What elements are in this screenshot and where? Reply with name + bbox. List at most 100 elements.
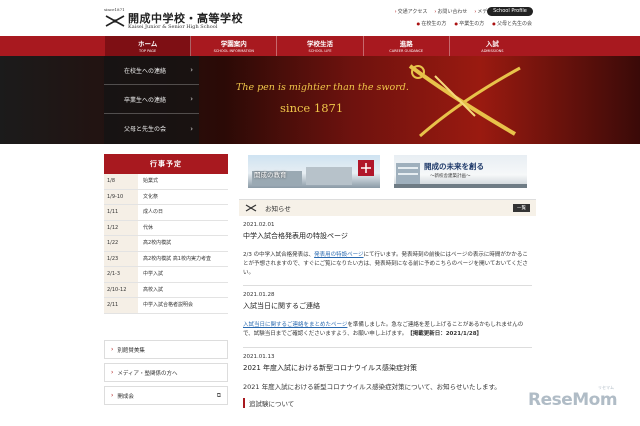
schedule-event: 高2校内模試 bbox=[143, 240, 172, 246]
nav-admissions-sublabel: ADMISSIONS bbox=[481, 49, 504, 53]
news-body-text: 2021 年度入試における新型コロナウイルス感染症対策について、お知らせいたしま… bbox=[243, 382, 501, 391]
chevron-right-icon: › bbox=[190, 66, 193, 74]
news-item: 2021.01.13 2021 年度入試における新型コロナウイルス感染症対策 2… bbox=[239, 354, 536, 408]
nav-school-life-label: 学校生活 bbox=[307, 40, 333, 48]
hero-since: since 1871 bbox=[280, 101, 344, 115]
contact-link[interactable]: お問い合わせ bbox=[434, 8, 467, 15]
schedule-row: 2/11 中学入試合格者説明会 bbox=[104, 298, 228, 314]
nav-admissions[interactable]: 入試 ADMISSIONS bbox=[450, 36, 535, 56]
news-body: 2/3 の中学入試合格発表は、発表用の特設ページにて行います。発表時刻の前後には… bbox=[243, 251, 532, 277]
news-item-title[interactable]: 中学入試合格発表用の特設ページ bbox=[243, 231, 532, 241]
nav-admissions-label: 入試 bbox=[485, 40, 499, 48]
site-header: since1871 開成中学校・高等学校 Kaisei Junior & Sen… bbox=[0, 0, 640, 36]
side-link-annex-label: 別館賛美集 bbox=[117, 347, 145, 354]
parents-teachers-link[interactable]: 父母と先生の会 bbox=[492, 20, 532, 27]
resemom-watermark-sub: リセマム bbox=[598, 385, 614, 390]
schedule-event: 始業式 bbox=[143, 178, 159, 184]
hero-menu-parents-teachers-label: 父母と先生の会 bbox=[124, 126, 167, 133]
crossed-pen-sword-icon bbox=[105, 15, 125, 27]
schedule-row: 1/9-10 文化祭 bbox=[104, 189, 228, 205]
schedule-row: 2/10-12 高校入試 bbox=[104, 282, 228, 298]
side-link-media[interactable]: › メディア・塾関係の方へ bbox=[104, 363, 228, 382]
event-schedule-title: 行事予定 bbox=[104, 154, 228, 174]
future-campus-banner[interactable]: 開成の未来を創る 〜新校舎建築計画〜 bbox=[394, 155, 527, 188]
future-campus-banner-subtitle: 〜新校舎建築計画〜 bbox=[430, 174, 471, 179]
school-profile-button[interactable]: School Profile bbox=[487, 7, 533, 16]
news-item-title[interactable]: 2021 年度入試における新型コロナウイルス感染症対策 bbox=[243, 363, 532, 373]
schedule-date: 1/9-10 bbox=[104, 189, 138, 204]
divider bbox=[243, 285, 532, 287]
schedule-date: 2/10-12 bbox=[104, 282, 138, 297]
news-title: お知らせ bbox=[265, 205, 291, 213]
crossed-pen-sword-icon bbox=[245, 204, 257, 212]
nav-school-information[interactable]: 学園案内 SCHOOL INFORMATION bbox=[191, 36, 278, 56]
schedule-date: 2/11 bbox=[104, 298, 138, 313]
schedule-date: 1/23 bbox=[104, 251, 138, 266]
news-date: 2021.02.01 bbox=[243, 222, 275, 228]
schedule-event: 文化祭 bbox=[143, 193, 159, 200]
divider bbox=[243, 346, 532, 348]
education-banner[interactable]: 開成の教育 bbox=[248, 155, 380, 188]
nav-career-guidance[interactable]: 進路 CAREER GUIDANCE bbox=[364, 36, 450, 56]
nav-school-life[interactable]: 学校生活 SCHOOL LIFE bbox=[277, 36, 364, 56]
site-logo[interactable]: since1871 開成中学校・高等学校 Kaisei Junior & Sen… bbox=[104, 7, 244, 31]
schedule-date: 2/1-3 bbox=[104, 267, 138, 282]
event-schedule: 行事予定 1/8 始業式 1/9-10 文化祭 1/11 成人の日 1/12 代休 1/… bbox=[104, 154, 228, 314]
schedule-row: 1/11 成人の日 bbox=[104, 205, 228, 221]
schedule-date: 1/12 bbox=[104, 220, 138, 235]
feature-banners: 開成の教育 開成の未来を創る 〜新校舎建築計画〜 bbox=[248, 155, 528, 189]
nav-school-life-sublabel: SCHOOL LIFE bbox=[308, 49, 332, 53]
news-list-button[interactable]: 一覧 bbox=[513, 204, 530, 212]
chevron-right-icon: › bbox=[190, 124, 193, 133]
schedule-event: 代休 bbox=[143, 224, 154, 231]
nav-school-information-sublabel: SCHOOL INFORMATION bbox=[213, 49, 254, 53]
chevron-right-icon: › bbox=[111, 369, 114, 376]
news-body-text: 2/3 の中学入試合格発表は、 bbox=[243, 252, 315, 258]
news-item: 2021.02.01 中学入試合格発表用の特設ページ 2/3 の中学入試合格発表… bbox=[239, 222, 536, 287]
resemom-watermark: ReseMom bbox=[528, 390, 618, 410]
news-date: 2021.01.13 bbox=[243, 353, 275, 360]
news-date: 2021.01.28 bbox=[243, 292, 275, 299]
external-link-icon: ⧉ bbox=[216, 391, 221, 399]
hero-menu-parents-teachers[interactable]: 父母と先生の会 › bbox=[104, 114, 199, 143]
side-link-annex[interactable]: › 別館賛美集 bbox=[104, 340, 228, 359]
audience-links: 在校生の方 卒業生の方 父母と先生の会 bbox=[417, 20, 532, 27]
side-links: › 別館賛美集 › メディア・塾関係の方へ › 開成会 ⧉ bbox=[104, 340, 228, 409]
nav-school-information-label: 学園案内 bbox=[220, 40, 247, 48]
education-banner-title: 開成の教育 bbox=[254, 171, 287, 179]
update-date-text: 【掲載更新日：2021/1/28】 bbox=[407, 331, 483, 338]
announcement-page-link[interactable]: 発表用の特設ページ bbox=[314, 252, 363, 258]
school-name-en: Kaisei Junior & Senior High School bbox=[128, 24, 218, 30]
schedule-row: 2/1-3 中学入試 bbox=[104, 267, 228, 283]
side-link-kaiseikai[interactable]: › 開成会 ⧉ bbox=[104, 386, 228, 405]
chevron-right-icon: › bbox=[190, 95, 193, 103]
side-link-kaiseikai-label: 開成会 bbox=[117, 393, 134, 400]
schedule-row: 1/22 高2校内模試 bbox=[104, 236, 228, 252]
news-item-title[interactable]: 入試当日に関するご連絡 bbox=[243, 301, 532, 311]
current-students-link[interactable]: 在校生の方 bbox=[417, 20, 446, 27]
news-header: お知らせ 一覧 bbox=[239, 200, 536, 216]
exam-day-info-link[interactable]: 入試当日に関するご連絡をまとめたページ bbox=[243, 322, 347, 328]
access-link[interactable]: 交通アクセス bbox=[395, 8, 428, 15]
schedule-event: 中学入試 bbox=[143, 271, 164, 277]
news-body: 入試当日に関するご連絡をまとめたページを準備しました。急なご連絡を差し上げること… bbox=[243, 321, 532, 339]
schedule-event: 高校入試 bbox=[143, 286, 164, 293]
global-nav: ホーム TOP PAGE 学園案内 SCHOOL INFORMATION 学校生… bbox=[0, 36, 640, 56]
schedule-date: 1/22 bbox=[104, 236, 138, 251]
nav-career-guidance-sublabel: CAREER GUIDANCE bbox=[389, 49, 424, 53]
hero-menu-current-students-label: 在校生への連絡 bbox=[124, 67, 167, 75]
schedule-date: 1/8 bbox=[104, 174, 138, 189]
schedule-row: 1/12 代休 bbox=[104, 220, 228, 236]
news-subheading: 追試験について bbox=[243, 397, 532, 408]
side-link-media-label: メディア・塾関係の方へ bbox=[117, 370, 178, 377]
nav-home[interactable]: ホーム TOP PAGE bbox=[105, 36, 192, 56]
nav-career-guidance-label: 進路 bbox=[399, 40, 413, 48]
alumni-link[interactable]: 卒業生の方 bbox=[454, 20, 484, 27]
news-section: お知らせ 一覧 2021.02.01 中学入試合格発表用の特設ページ 2/3 の… bbox=[239, 199, 536, 426]
hero-menu-alumni[interactable]: 卒業生への連絡 › bbox=[104, 85, 199, 114]
nav-home-sublabel: TOP PAGE bbox=[138, 49, 157, 53]
schedule-date: 1/11 bbox=[104, 205, 138, 220]
hero-banner: 在校生への連絡 › 卒業生への連絡 › 父母と先生の会 › The pen is… bbox=[0, 56, 640, 144]
schedule-event: 高2校内模試 高1校内実力考査 bbox=[143, 255, 211, 262]
hero-menu-current-students[interactable]: 在校生への連絡 › bbox=[104, 56, 199, 85]
